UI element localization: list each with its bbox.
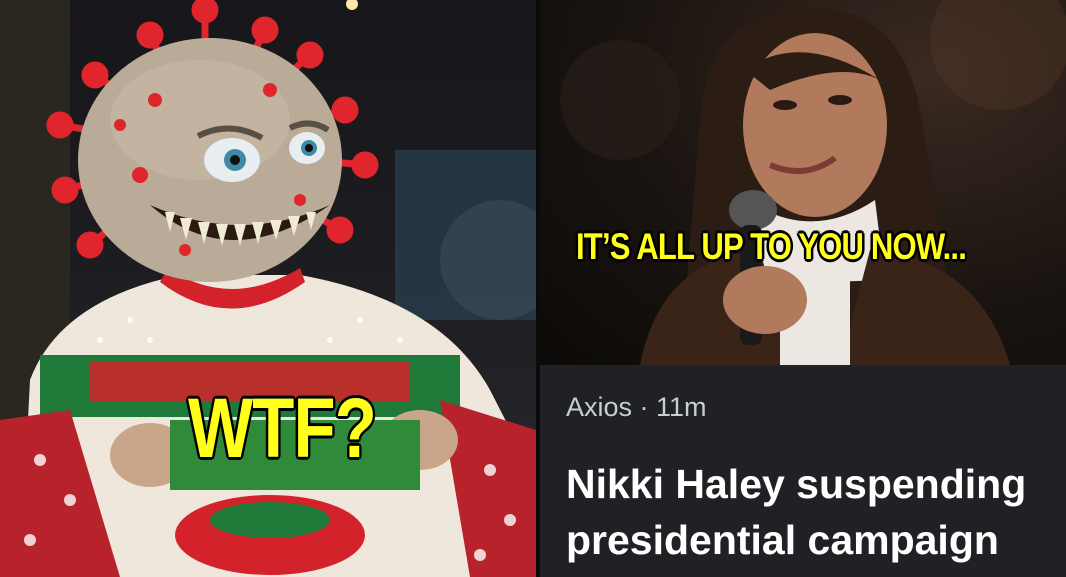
virus-costume-illustration (0, 0, 536, 577)
left-panel-photo (0, 0, 536, 577)
background-light (346, 0, 358, 10)
speaker-photo (540, 0, 1066, 365)
caption-top-right: IT’S ALL UP TO YOU NOW... (576, 226, 967, 267)
news-source-time: Axios · 11m (566, 392, 707, 422)
speaker-illustration (560, 0, 1066, 365)
news-headline[interactable]: Nikki Haley suspending presidential camp… (566, 456, 1066, 568)
caption-wtf: WTF? (188, 381, 377, 475)
hand (723, 266, 807, 334)
microphone-head (729, 190, 777, 230)
meme-image: Axios · 11m Nikki Haley suspending presi… (0, 0, 1066, 577)
